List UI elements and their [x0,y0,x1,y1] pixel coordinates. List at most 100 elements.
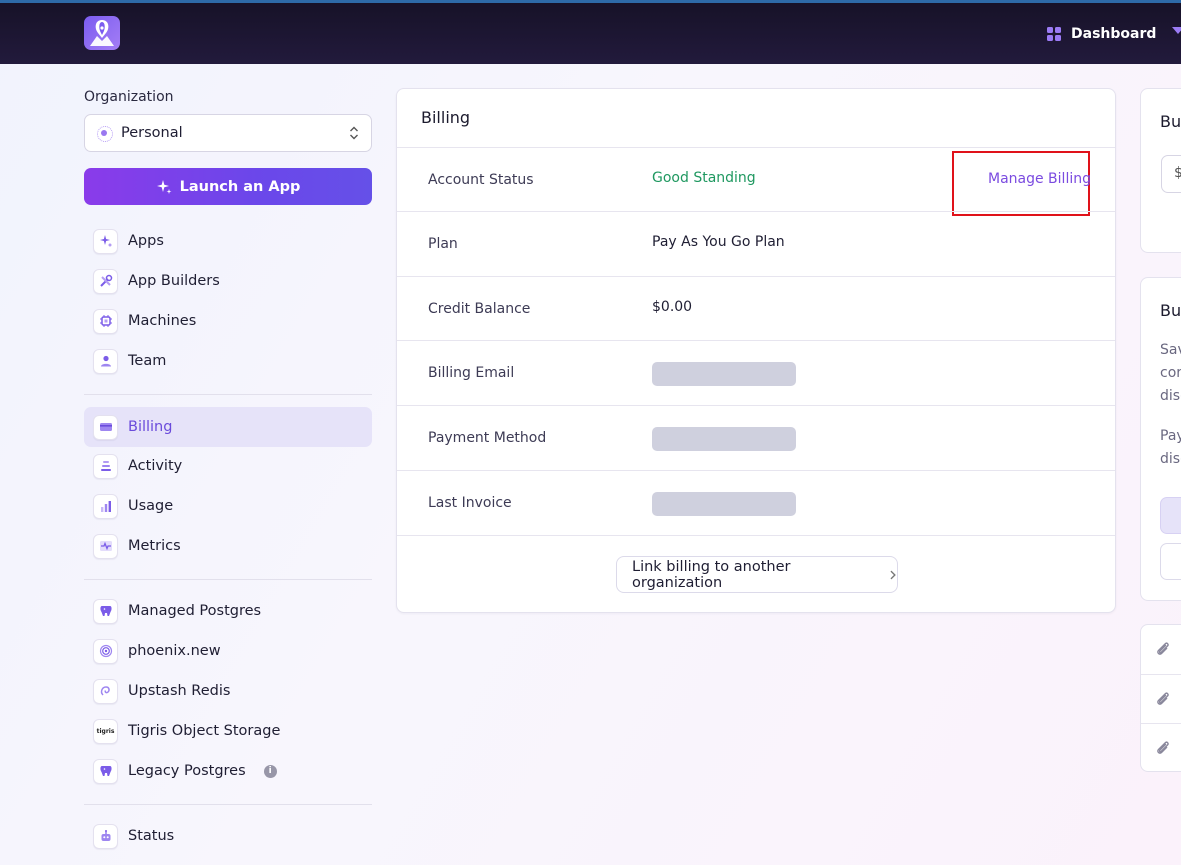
primary-action-button[interactable] [1160,497,1181,534]
attachments-list [1140,624,1181,772]
info-icon[interactable]: i [263,764,277,778]
sidebar-item-team[interactable]: Team [84,341,372,381]
card-title: Bu [1160,301,1181,320]
bar-chart-icon [93,493,118,519]
pulse-icon [93,533,118,559]
card-title: Bu [1160,112,1181,131]
billing-row-plan: Plan Pay As You Go Plan [397,211,1115,276]
robot-icon [93,823,118,849]
org-select[interactable]: Personal [84,114,372,152]
sidebar-item-label: App Builders [128,273,220,289]
sidebar-item-app-builders[interactable]: App Builders [84,261,372,301]
stack-icon [93,453,118,479]
billing-row-last-invoice: Last Invoice [397,470,1115,535]
sidebar-item-legacy-postgres[interactable]: Legacy Postgres i [84,751,372,791]
paperclip-icon [1157,692,1169,705]
spiral-icon [93,638,118,664]
sidebar-item-upstash-redis[interactable]: Upstash Redis [84,671,372,711]
card-text: Pay [1160,428,1181,444]
sidebar-item-label: Metrics [128,538,181,554]
link-billing-button[interactable]: Link billing to another organization [616,556,898,593]
sidebar-item-label: Upstash Redis [128,683,231,699]
card-text: disc [1160,388,1181,404]
tigris-icon: tigris [93,718,118,744]
list-item[interactable] [1141,723,1181,772]
redacted-value [652,492,796,516]
redacted-value [652,427,796,451]
paperclip-icon [1157,642,1169,655]
manage-billing-link[interactable]: Manage Billing [988,171,1091,187]
sidebar-item-label: Usage [128,498,174,514]
user-icon [93,348,118,374]
sidebar-item-machines[interactable]: Machines [84,301,372,341]
top-navbar: Dashboard [0,0,1181,64]
row-label: Payment Method [428,430,547,446]
paperclip-icon [1157,741,1169,754]
launch-app-button[interactable]: Launch an App [84,168,372,205]
plan-value: Pay As You Go Plan [652,234,785,250]
sidebar-item-billing[interactable]: Billing [84,407,372,447]
sidebar-item-usage[interactable]: Usage [84,486,372,526]
list-item[interactable] [1141,625,1181,674]
sidebar-item-label: Activity [128,458,183,474]
row-label: Billing Email [428,365,515,381]
sidebar-item-label: Machines [128,313,197,329]
billing-row-account-status: Account Status Good Standing Manage Bill… [397,147,1115,216]
billing-row-payment-method: Payment Method [397,405,1115,470]
sidebar-item-phoenix[interactable]: phoenix.new [84,631,372,671]
card-text: disc [1160,451,1181,467]
card-text: cor [1160,365,1181,381]
currency-prefix: $ [1174,165,1181,181]
budget-info-card: Bu Sav cor disc Pay disc [1140,277,1181,601]
sparkle-icon [156,179,172,194]
sparkle-icon [93,228,118,254]
sidebar-item-apps[interactable]: Apps [84,221,372,261]
row-label: Plan [428,236,458,252]
sidebar-item-label: Apps [128,233,164,249]
list-item[interactable] [1141,674,1181,723]
budget-card: Bu $ [1140,88,1181,253]
sidebar-item-label: phoenix.new [128,643,221,659]
sidebar-item-label: Status [128,828,175,844]
elephant-icon [93,598,118,624]
row-label: Last Invoice [428,495,512,511]
card-text: Sav [1160,342,1181,358]
sidebar-item-label: Legacy Postgres [128,763,246,779]
sidebar-item-activity[interactable]: Activity [84,446,372,486]
dashboard-label: Dashboard [1071,26,1157,42]
sidebar-item-label: Team [128,353,167,369]
billing-row-credit-balance: Credit Balance $0.00 [397,276,1115,341]
link-billing-label: Link billing to another organization [632,558,791,591]
sidebar-item-tigris[interactable]: tigris Tigris Object Storage [84,711,372,751]
redacted-value [652,362,796,386]
card-icon [93,414,118,440]
chevron-down-icon[interactable] [1172,27,1181,34]
updown-chevron-icon [350,126,358,140]
billing-card: Billing Account Status Good Standing Man… [396,88,1116,613]
swirl-icon [93,678,118,704]
elephant-icon [93,758,118,784]
org-selected-value: Personal [121,125,183,141]
sidebar-item-label: Billing [128,419,173,435]
billing-title: Billing [421,108,471,127]
divider [84,394,372,395]
dashboard-link[interactable]: Dashboard [1047,23,1156,45]
balloon-logo-icon[interactable] [84,16,120,50]
sidebar-item-metrics[interactable]: Metrics [84,526,372,566]
sidebar-item-label: Managed Postgres [128,603,262,619]
row-label: Account Status [428,172,534,188]
tools-icon [93,268,118,294]
budget-input[interactable]: $ [1161,155,1181,193]
credit-value: $0.00 [652,299,693,315]
secondary-action-button[interactable] [1160,543,1181,580]
org-icon [97,126,113,142]
org-label: Organization [84,89,174,105]
chevron-right-icon [890,570,897,579]
divider [84,804,372,805]
grid-icon [1047,27,1061,41]
status-value: Good Standing [652,170,756,186]
sidebar-item-label: Tigris Object Storage [128,723,281,739]
row-label: Credit Balance [428,301,531,317]
sidebar-item-status[interactable]: Status [84,816,372,856]
sidebar-item-managed-postgres[interactable]: Managed Postgres [84,591,372,631]
